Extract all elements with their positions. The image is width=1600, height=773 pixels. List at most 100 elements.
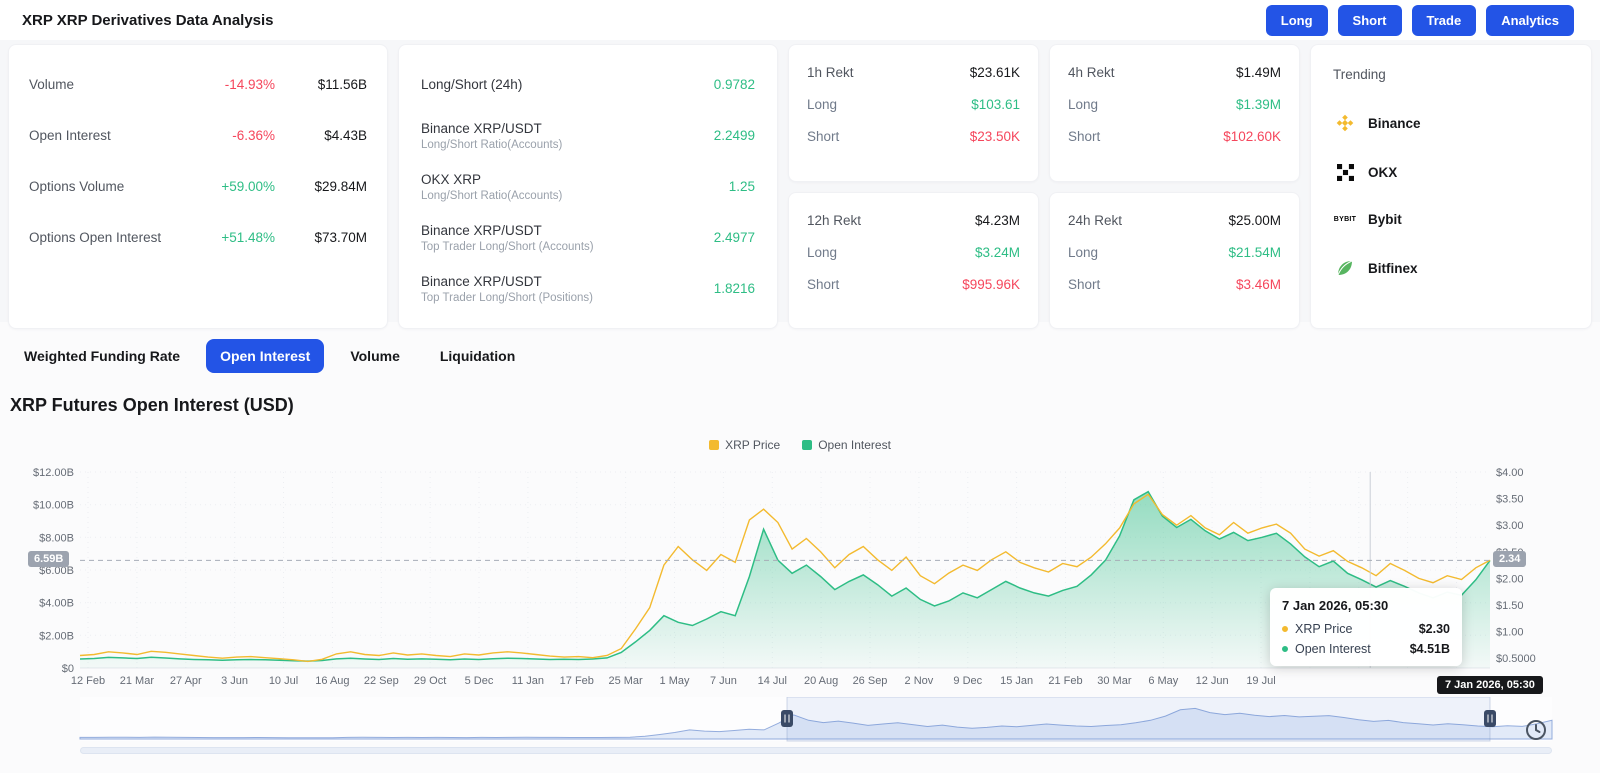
trending-item-bybit[interactable]: BYBIT Bybit	[1333, 212, 1569, 227]
navigator-selected-range[interactable]	[786, 697, 1491, 742]
trending-exchange-name: OKX	[1368, 165, 1398, 180]
ratio-row: Binance XRP/USDT Top Trader Long/Short (A…	[421, 212, 755, 263]
x-axis-label: 14 Jul	[758, 675, 787, 687]
bybit-icon: BYBIT	[1333, 216, 1357, 223]
trending-exchange-name: Bitfinex	[1368, 260, 1418, 276]
legend-item-xrp-price[interactable]: XRP Price	[709, 438, 780, 452]
x-axis-label: 30 Mar	[1097, 675, 1132, 687]
tab-liquidation[interactable]: Liquidation	[426, 339, 529, 373]
navigator-handle-right[interactable]	[1484, 710, 1496, 727]
x-axis-label: 21 Mar	[120, 675, 155, 687]
metric-row: Open Interest -6.36% $4.43B	[29, 110, 367, 161]
trending-item-okx[interactable]: OKX	[1333, 164, 1569, 181]
long-button[interactable]: Long	[1265, 4, 1328, 36]
rekt-long-label: Long	[807, 244, 838, 260]
tooltip-row: XRP Price $2.30	[1282, 622, 1450, 636]
rekt-card-12h-rekt: 12h Rekt $4.23M Long $3.24M Short $995.96K	[788, 191, 1039, 329]
rekt-long-row: Long $103.61	[807, 97, 1020, 112]
ratio-labels: Binance XRP/USDT Top Trader Long/Short (P…	[421, 274, 593, 304]
metric-row: Options Open Interest +51.48% $73.70M	[29, 212, 367, 263]
rekt-short-label: Short	[807, 276, 840, 292]
rekt-short-value: $23.50K	[969, 129, 1020, 144]
rekt-card-header: 24h Rekt $25.00M	[1068, 213, 1281, 228]
x-axis-label: 27 Apr	[170, 675, 202, 687]
metric-change: +59.00%	[221, 179, 275, 194]
left-axis-label: $2.00B	[39, 630, 74, 642]
rekt-long-label: Long	[1068, 97, 1099, 112]
ratio-label: OKX XRP	[421, 171, 482, 187]
trending-list: Binance OKX BYBIT Bybit Bitfinex	[1333, 113, 1569, 278]
rekt-card-header: 4h Rekt $1.49M	[1068, 65, 1281, 80]
x-axis-label: 21 Feb	[1048, 675, 1082, 687]
ratio-labels: Binance XRP/USDT Top Trader Long/Short (A…	[421, 223, 594, 253]
tooltip-row: Open Interest $4.51B	[1282, 642, 1450, 656]
x-axis-label: 22 Sep	[364, 675, 399, 687]
ratio-value: 1.25	[728, 179, 755, 194]
rekt-short-value: $995.96K	[962, 276, 1020, 292]
chart-legend: XRP Price Open Interest	[0, 438, 1600, 452]
ratio-labels: Long/Short (24h)	[421, 77, 522, 92]
legend-item-open-interest[interactable]: Open Interest	[802, 438, 891, 452]
rekt-card-header: 12h Rekt $4.23M	[807, 213, 1020, 228]
x-axis-label: 2 Nov	[905, 675, 934, 687]
left-axis-label: $12.00B	[33, 467, 74, 479]
chart-tabs: Weighted Funding Rate Open Interest Volume…	[10, 338, 1600, 374]
left-axis-label: $0	[62, 663, 74, 675]
x-axis-label: 16 Aug	[315, 675, 349, 687]
rekt-card-24h-rekt: 24h Rekt $25.00M Long $21.54M Short $3.46M	[1049, 191, 1300, 329]
metric-value: $29.84M	[314, 179, 367, 194]
x-axis-label: 1 May	[660, 675, 690, 687]
market-metrics-card: Volume -14.93% $11.56B Open Interest -6.36% $…	[8, 44, 388, 329]
x-axis-label: 12 Feb	[71, 675, 105, 687]
x-axis-label: 11 Jan	[512, 675, 544, 687]
rekt-long-label: Long	[807, 97, 838, 112]
chart-tooltip: 7 Jan 2026, 05:30 XRP Price $2.30 Open I…	[1270, 588, 1462, 666]
bitfinex-icon	[1333, 258, 1357, 278]
rekt-short-label: Short	[1068, 129, 1101, 144]
ratio-sublabel: Top Trader Long/Short (Accounts)	[421, 240, 594, 253]
page-title: XRP XRP Derivatives Data Analysis	[22, 11, 274, 29]
trending-exchange-name: Binance	[1368, 115, 1421, 131]
rekt-cards-grid: 1h Rekt $23.61K Long $103.61 Short $23.50K 4h …	[788, 44, 1300, 329]
legend-label: Open Interest	[818, 438, 891, 452]
metric-change: +51.48%	[221, 230, 275, 245]
crosshair-right-badge: 2.34	[1493, 551, 1527, 567]
right-axis-label: $2.00	[1496, 573, 1524, 585]
right-axis-label: $4.00	[1496, 467, 1524, 479]
chart-scrollbar[interactable]	[80, 747, 1552, 754]
ratio-row: OKX XRP Long/Short Ratio(Accounts) 1.25	[421, 161, 755, 212]
ratio-row: Binance XRP/USDT Long/Short Ratio(Account…	[421, 110, 755, 161]
rekt-long-value: $3.24M	[974, 244, 1020, 260]
right-axis-label: $3.50	[1496, 494, 1524, 506]
rekt-total: $4.23M	[974, 212, 1020, 228]
chart-navigator[interactable]	[0, 697, 1600, 743]
rekt-card-header: 1h Rekt $23.61K	[807, 65, 1020, 80]
trending-title: Trending	[1333, 67, 1386, 82]
x-axis-label: 7 Jun	[710, 675, 737, 687]
tab-volume[interactable]: Volume	[336, 339, 414, 373]
left-axis-label: $10.00B	[33, 500, 74, 512]
trending-item-binance[interactable]: Binance	[1333, 113, 1569, 133]
rekt-short-label: Short	[1068, 276, 1101, 292]
short-button[interactable]: Short	[1337, 4, 1402, 36]
navigator-handle-left[interactable]	[781, 710, 793, 727]
trending-item-bitfinex[interactable]: Bitfinex	[1333, 258, 1569, 278]
chart-area: XRP Price Open Interest $12.00B $10.00B $8.…	[0, 430, 1600, 773]
metric-label: Open Interest	[29, 128, 111, 143]
rekt-title: 1h Rekt	[807, 65, 854, 80]
rekt-long-label: Long	[1068, 244, 1099, 260]
rekt-short-label: Short	[807, 129, 840, 144]
chart-section-title: XRP Futures Open Interest (USD)	[10, 395, 294, 415]
chart-clock-icon[interactable]	[1520, 714, 1552, 746]
left-axis-label: $8.00B	[39, 532, 74, 544]
metric-row: Options Volume +59.00% $29.84M	[29, 161, 367, 212]
analytics-button[interactable]: Analytics	[1486, 4, 1574, 36]
tab-weighted-funding-rate[interactable]: Weighted Funding Rate	[10, 339, 194, 373]
price-series-dot	[1282, 626, 1288, 632]
x-axis-label: 19 Jul	[1246, 675, 1275, 687]
ratio-value: 2.4977	[713, 230, 755, 245]
ratio-value: 2.2499	[713, 128, 755, 143]
top-bar: XRP XRP Derivatives Data Analysis Long Sh…	[0, 0, 1600, 40]
trade-button[interactable]: Trade	[1411, 4, 1477, 36]
tab-open-interest[interactable]: Open Interest	[206, 339, 325, 373]
